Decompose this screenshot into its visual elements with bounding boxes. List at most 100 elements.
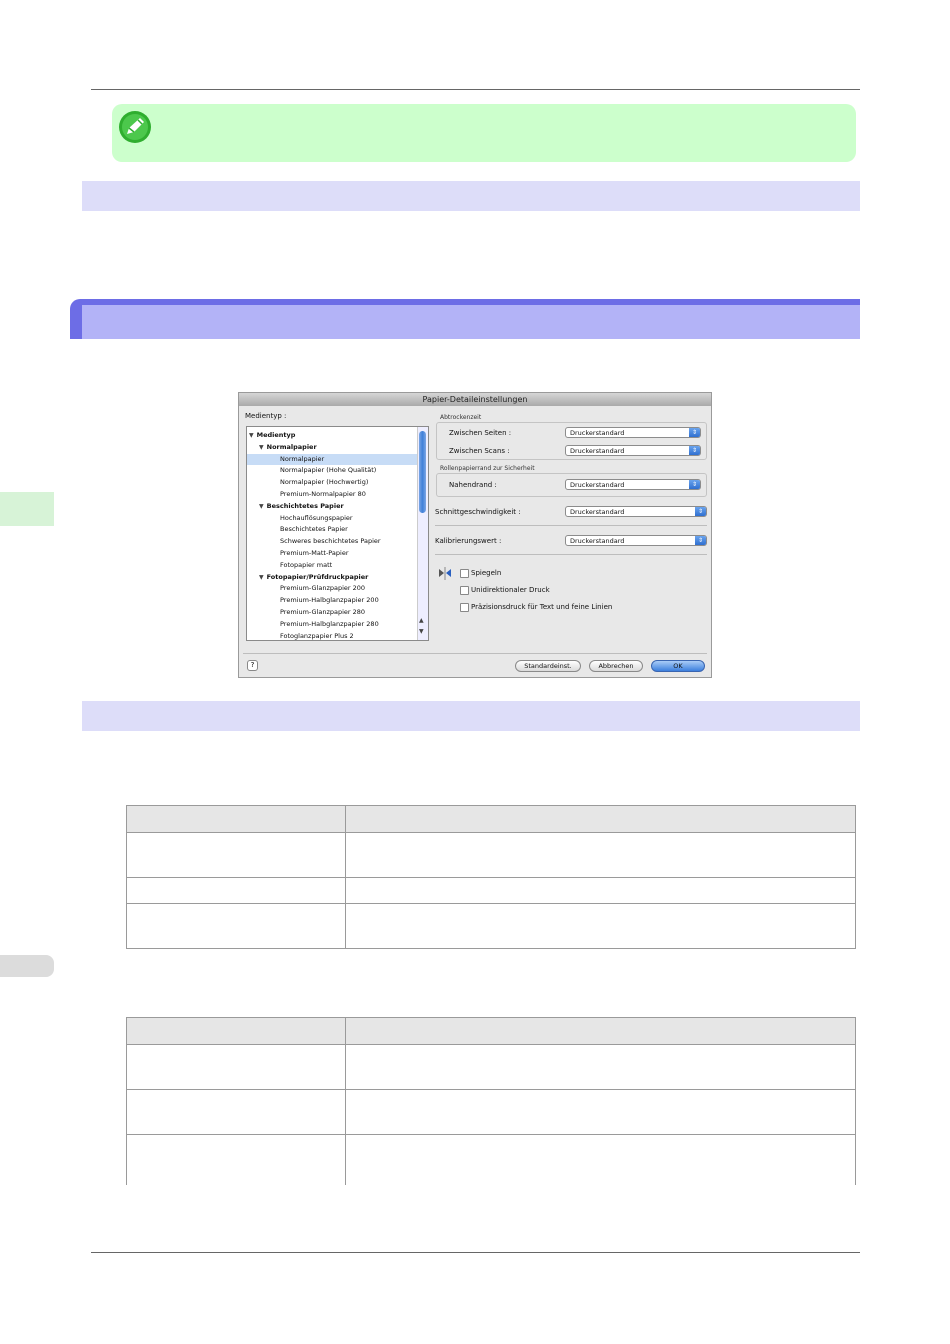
separator bbox=[435, 554, 707, 555]
mirror-checkbox[interactable] bbox=[460, 569, 469, 578]
unidirectional-checkbox[interactable] bbox=[460, 586, 469, 595]
media-list-item-label: Normalpapier (Hohe Qualität) bbox=[280, 466, 377, 475]
media-list-item[interactable]: Beschichtetes Papier bbox=[247, 524, 428, 535]
media-list-item-label: Hochauflösungspapier bbox=[280, 513, 353, 522]
between-scans-label: Zwischen Scans : bbox=[449, 447, 510, 455]
calibration-select[interactable]: Druckerstandard ⇕ bbox=[565, 535, 707, 546]
table-header-cell bbox=[345, 1017, 856, 1045]
media-list-item-label: Medientyp bbox=[256, 431, 296, 439]
table-row bbox=[126, 1134, 856, 1185]
mirror-icon bbox=[439, 567, 451, 580]
media-type-label: Medientyp : bbox=[245, 412, 287, 420]
media-list-item[interactable]: Fotoglanzpapier Plus 2 bbox=[247, 631, 428, 640]
section-band-2 bbox=[82, 701, 860, 731]
media-list-item[interactable]: Premium-Halbglanzpapier 200 bbox=[247, 595, 428, 606]
calibration-label: Kalibrierungswert : bbox=[435, 537, 502, 545]
media-list-item-label: Normalpapier bbox=[280, 454, 325, 463]
table-row bbox=[126, 832, 856, 878]
precision-checkbox[interactable] bbox=[460, 603, 469, 612]
cut-speed-select[interactable]: Druckerstandard ⇕ bbox=[565, 506, 707, 517]
media-list-item-label: Premium-Halbglanzpapier 200 bbox=[280, 596, 379, 605]
media-list-item-label: Beschichtetes Papier bbox=[280, 525, 348, 534]
top-rule bbox=[91, 89, 860, 90]
cancel-button[interactable]: Abbrechen bbox=[589, 660, 643, 672]
media-list-item[interactable]: Normalpapier (Hochwertig) bbox=[247, 477, 428, 488]
disclosure-triangle-icon[interactable]: ▼ bbox=[259, 503, 264, 510]
popup-arrows-icon: ⇕ bbox=[695, 507, 706, 516]
media-list-item[interactable]: Premium-Normalpapier 80 bbox=[247, 489, 428, 500]
media-list-item-label: Fotopapier matt bbox=[280, 560, 333, 569]
scroll-thumb[interactable] bbox=[419, 431, 426, 513]
media-list-item[interactable]: Premium-Glanzpapier 280 bbox=[247, 607, 428, 618]
media-type-list[interactable]: ▼ Medientyp ▼ Normalpapier Normalpapier Norma… bbox=[246, 426, 429, 641]
between-pages-label: Zwischen Seiten : bbox=[449, 429, 512, 437]
media-list-item-label: Fotopapier/Prüfdruckpapier bbox=[266, 572, 369, 581]
media-list-item-label: Premium-Glanzpapier 200 bbox=[280, 584, 366, 593]
media-list-item[interactable]: ▼ Medientyp bbox=[247, 430, 421, 441]
media-list-item[interactable]: Premium-Matt-Papier bbox=[247, 548, 428, 559]
media-list-item-label: Premium-Glanzpapier 280 bbox=[280, 608, 366, 616]
section-band-1 bbox=[82, 181, 860, 211]
side-index-tab bbox=[0, 955, 54, 977]
between-pages-select[interactable]: Druckerstandard ⇕ bbox=[565, 427, 701, 438]
bottom-rule bbox=[91, 1252, 860, 1253]
popup-arrows-icon: ⇕ bbox=[689, 446, 700, 455]
near-edge-label: Nahendrand : bbox=[449, 481, 497, 489]
cut-speed-label: Schnittgeschwindigkeit : bbox=[435, 508, 521, 516]
scroll-up-arrow-icon[interactable]: ▲ bbox=[419, 617, 424, 624]
media-list-item-label: Normalpapier (Hochwertig) bbox=[280, 478, 369, 487]
help-button[interactable]: ? bbox=[247, 660, 258, 671]
media-list-item[interactable]: Hochauflösungspapier bbox=[247, 513, 428, 524]
table-header-cell bbox=[345, 805, 856, 833]
media-list-item-label: Premium-Halbglanzpapier 280 bbox=[280, 619, 379, 628]
table-row bbox=[126, 877, 856, 904]
table-header-cell bbox=[126, 1017, 346, 1045]
note-box bbox=[112, 104, 856, 162]
table-row bbox=[126, 903, 856, 949]
separator bbox=[243, 653, 707, 654]
list-scrollbar[interactable]: ▲ ▼ bbox=[417, 427, 428, 640]
drying-time-group-label: Abtrockenzeit bbox=[440, 414, 482, 421]
defaults-button[interactable]: Standardeinst. bbox=[515, 660, 581, 672]
media-list-item[interactable]: Premium-Glanzpapier 200 bbox=[247, 583, 428, 594]
table-row bbox=[126, 1089, 856, 1135]
media-list-item-label: Normalpapier bbox=[266, 442, 317, 451]
precision-label: Präzisionsdruck für Text und feine Linie… bbox=[471, 603, 613, 611]
media-list-item-label: Beschichtetes Papier bbox=[266, 501, 344, 510]
media-list-item[interactable]: Normalpapier bbox=[247, 453, 428, 465]
disclosure-triangle-icon[interactable]: ▼ bbox=[259, 444, 264, 451]
media-list-item-label: Premium-Normalpapier 80 bbox=[280, 490, 366, 498]
near-edge-select[interactable]: Druckerstandard ⇕ bbox=[565, 479, 701, 490]
mirror-label: Spiegeln bbox=[471, 569, 502, 577]
popup-arrows-icon: ⇕ bbox=[689, 428, 700, 437]
popup-arrows-icon: ⇕ bbox=[695, 536, 706, 545]
pencil-note-icon bbox=[119, 111, 151, 143]
side-chapter-tab bbox=[0, 492, 54, 526]
media-list-item[interactable]: Fotopapier matt bbox=[247, 560, 428, 571]
dialog-title: Papier-Detaileinstellungen bbox=[239, 393, 711, 406]
section-heading-band bbox=[70, 299, 860, 339]
media-list-item[interactable]: ▼ Beschichtetes Papier bbox=[247, 501, 428, 512]
popup-arrows-icon: ⇕ bbox=[689, 480, 700, 489]
media-list-item[interactable]: Schweres beschichtetes Papier bbox=[247, 536, 428, 547]
media-list-item[interactable]: ▼ Fotopapier/Prüfdruckpapier bbox=[247, 572, 428, 583]
media-list-item[interactable]: ▼ Normalpapier bbox=[247, 442, 428, 453]
settings-table-1 bbox=[126, 805, 856, 949]
disclosure-triangle-icon[interactable]: ▼ bbox=[259, 574, 264, 581]
table-header-cell bbox=[126, 805, 346, 833]
disclosure-triangle-icon[interactable]: ▼ bbox=[249, 432, 254, 439]
media-list-item[interactable]: Premium-Halbglanzpapier 280 bbox=[247, 619, 428, 630]
paper-detail-settings-dialog: Papier-Detaileinstellungen Medientyp : ▼… bbox=[238, 392, 712, 678]
media-list-item-label: Fotoglanzpapier Plus 2 bbox=[280, 631, 354, 640]
media-list-item[interactable]: Normalpapier (Hohe Qualität) bbox=[247, 465, 428, 476]
separator bbox=[435, 525, 707, 526]
roll-margin-group-label: Rollenpapierrand zur Sicherheit bbox=[440, 465, 535, 472]
ok-button[interactable]: OK bbox=[651, 660, 705, 672]
unidirectional-label: Unidirektionaler Druck bbox=[471, 586, 550, 594]
media-list-item-label: Premium-Matt-Papier bbox=[280, 549, 349, 557]
table-row bbox=[126, 1044, 856, 1090]
settings-table-2 bbox=[126, 1017, 856, 1185]
scroll-down-arrow-icon[interactable]: ▼ bbox=[419, 628, 424, 635]
between-scans-select[interactable]: Druckerstandard ⇕ bbox=[565, 445, 701, 456]
media-list-item-label: Schweres beschichtetes Papier bbox=[280, 537, 381, 546]
